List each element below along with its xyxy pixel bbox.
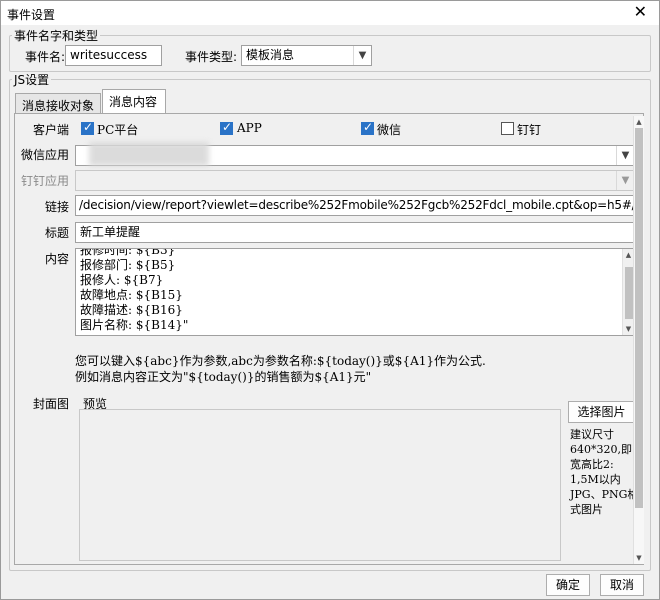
tab-label: 消息内容 xyxy=(109,95,158,109)
tab-message-content[interactable]: 消息内容 xyxy=(102,89,166,114)
event-name-input[interactable]: writesuccess xyxy=(65,45,162,66)
wechat-checkbox[interactable] xyxy=(361,120,374,135)
event-group-legend: 事件名字和类型 xyxy=(14,29,99,43)
scroll-up-icon[interactable]: ▲ xyxy=(634,116,644,128)
cancel-button[interactable]: 取消 xyxy=(600,574,644,596)
link-input[interactable]: /decision/view/report?viewlet=describe%2… xyxy=(75,195,635,216)
app-checkbox[interactable] xyxy=(220,120,233,135)
title-input[interactable]: 新工单提醒 xyxy=(75,222,635,243)
event-type-value: 模板消息 xyxy=(246,48,295,62)
close-icon[interactable]: ✕ xyxy=(634,3,647,21)
chevron-down-icon[interactable]: ▼ xyxy=(616,146,634,165)
select-image-button[interactable]: 选择图片 xyxy=(568,401,635,423)
scroll-thumb[interactable] xyxy=(625,267,633,319)
event-settings-dialog: 事件设置 ✕ 事件名字和类型 事件名: writesuccess 事件类型: 模… xyxy=(0,0,660,600)
event-type-select[interactable]: 模板消息 ▼ xyxy=(241,45,372,66)
content-label: 内容 xyxy=(45,252,70,266)
js-group-legend: JS设置 xyxy=(14,73,50,87)
window-title: 事件设置 xyxy=(7,8,56,22)
chevron-down-icon[interactable]: ▼ xyxy=(353,46,371,65)
dingtalk-label: 钉钉 xyxy=(517,123,542,137)
ok-button[interactable]: 确定 xyxy=(546,574,590,596)
parameter-hint-line2: 例如消息内容正文为"${today()}的销售额为${A1}元" xyxy=(75,370,372,384)
dingtalk-app-select: ▼ xyxy=(75,170,635,191)
tab-message-recipients[interactable]: 消息接收对象 xyxy=(15,93,101,115)
event-type-label: 事件类型: xyxy=(185,50,238,64)
cover-preview-area xyxy=(79,409,561,561)
app-label: APP xyxy=(237,121,262,135)
dingtalk-app-label: 钉钉应用 xyxy=(21,174,70,188)
cover-label: 封面图 xyxy=(33,397,70,411)
panel-scrollbar[interactable]: ▲ ▼ xyxy=(633,116,644,564)
wechat-app-label: 微信应用 xyxy=(21,148,70,162)
redacted-overlay xyxy=(89,142,209,166)
content-textarea[interactable]: 报修时间: ${B3} 报修部门: ${B5} 报修人: ${B7} 故障地点:… xyxy=(75,248,635,336)
scroll-thumb[interactable] xyxy=(635,128,643,508)
pc-label: PC平台 xyxy=(97,123,139,137)
content-line: 图片名称: ${B14}" xyxy=(80,318,189,332)
pc-checkbox[interactable] xyxy=(81,120,94,135)
event-name-label: 事件名: xyxy=(25,50,66,64)
dingtalk-checkbox[interactable] xyxy=(501,122,514,135)
link-label: 链接 xyxy=(45,200,70,214)
chevron-down-icon: ▼ xyxy=(616,171,634,190)
scroll-down-icon[interactable]: ▼ xyxy=(634,552,644,564)
title-label: 标题 xyxy=(45,226,70,240)
cover-size-hint: 建议尺寸 640*320,即 宽高比2: 1,5M以内 JPG、PNG格 式图片 xyxy=(570,428,639,516)
parameter-hint-line1: 您可以键入${abc}作为参数,abc为参数名称:${today()}或${A1… xyxy=(75,354,486,368)
client-label: 客户端 xyxy=(33,123,70,137)
tab-label: 消息接收对象 xyxy=(22,99,95,113)
wechat-label: 微信 xyxy=(377,123,402,137)
title-bar: 事件设置 ✕ xyxy=(1,1,659,25)
